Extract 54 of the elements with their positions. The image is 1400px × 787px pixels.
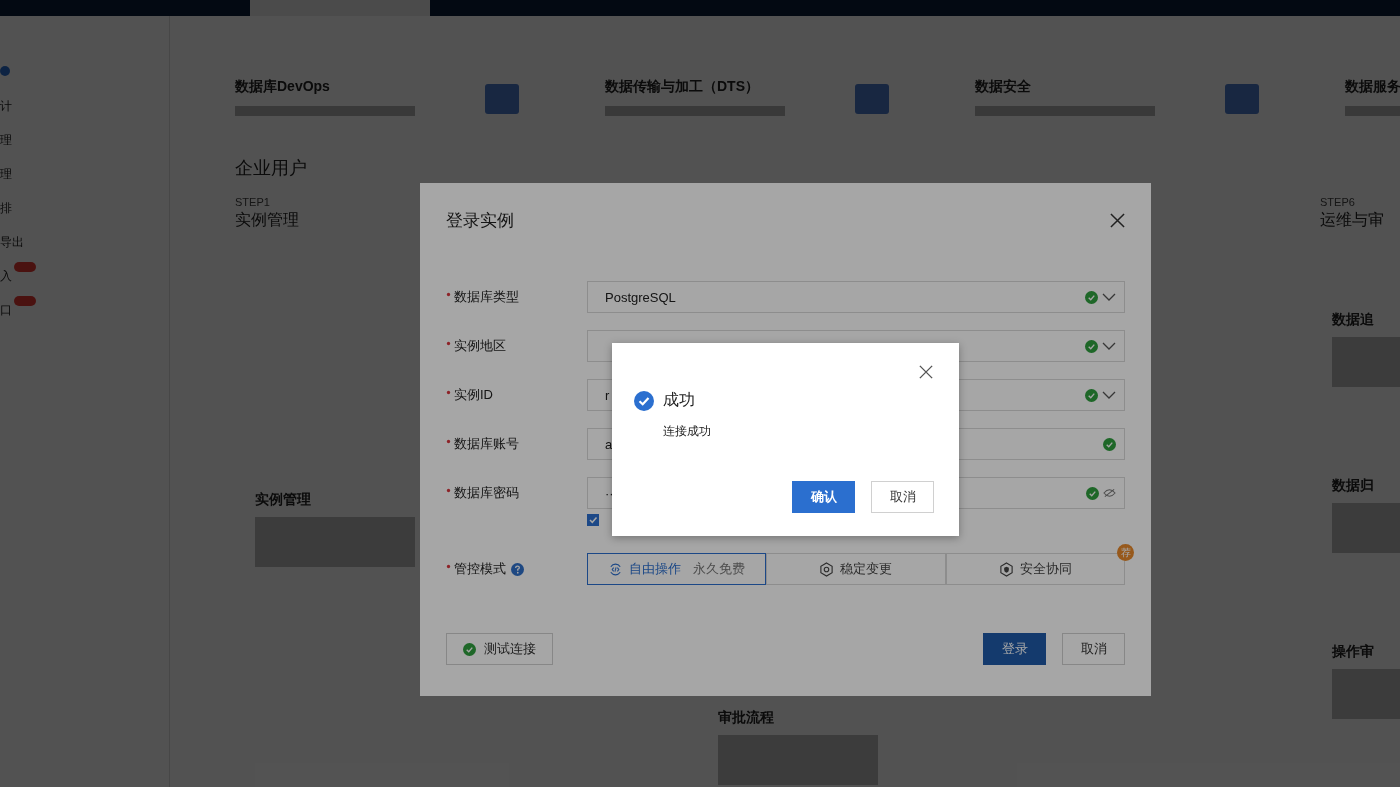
sidebar-item[interactable]: 理: [0, 132, 12, 149]
product-icon: [855, 84, 889, 114]
product-icon: [1225, 84, 1259, 114]
dialog-title: 成功: [663, 390, 695, 410]
cancel-button[interactable]: 取消: [1062, 633, 1125, 665]
test-connection-button[interactable]: 测试连接: [446, 633, 553, 665]
cancel-button[interactable]: 取消: [871, 481, 934, 513]
section-title: 企业用户: [235, 157, 308, 180]
field-label: 实例地区: [454, 337, 506, 355]
product-icon: [485, 84, 519, 114]
shield-icon: [998, 561, 1014, 577]
sidebar-item[interactable]: 计: [0, 98, 12, 115]
step-number: STEP1: [235, 196, 270, 208]
feature-title: 审批流程: [718, 709, 775, 727]
chevron-down-icon: [1102, 391, 1116, 399]
login-button[interactable]: 登录: [983, 633, 1046, 665]
field-label: 管控模式: [454, 560, 506, 578]
dialog-message: 连接成功: [663, 423, 712, 440]
sidebar-item[interactable]: 排: [0, 200, 12, 217]
product-title[interactable]: 数据传输与加工（DTS）: [605, 78, 855, 96]
field-label: 实例ID: [454, 386, 493, 404]
eye-off-icon[interactable]: [1103, 488, 1116, 498]
confirm-button[interactable]: 确认: [792, 481, 855, 513]
close-icon[interactable]: [919, 365, 933, 379]
feature-title: 实例管理: [255, 491, 312, 509]
step-number: STEP6: [1320, 196, 1355, 208]
step-title: 运维与审: [1320, 210, 1384, 230]
field-label: 数据库类型: [454, 288, 519, 306]
check-circle-icon: [634, 390, 654, 411]
sidebar-item[interactable]: 导出: [0, 234, 24, 251]
gear-icon: [819, 561, 835, 577]
feature-title: 数据追: [1332, 311, 1375, 329]
dialog-title: 登录实例: [446, 209, 514, 232]
feature-title: 数据归: [1332, 477, 1375, 495]
product-title[interactable]: 数据安全: [975, 78, 1225, 96]
step-title: 实例管理: [235, 210, 299, 230]
feature-title: 操作审: [1332, 643, 1375, 661]
chevron-down-icon: [1102, 293, 1116, 301]
product-title[interactable]: 数据服务: [1345, 78, 1400, 96]
help-icon[interactable]: [511, 562, 524, 576]
field-label: 数据库密码: [454, 484, 519, 502]
select-field[interactable]: PostgreSQL: [587, 281, 1125, 313]
field-label: 数据库账号: [454, 435, 519, 453]
recommend-badge: 荐: [1117, 544, 1134, 561]
mode-option[interactable]: 自由操作 永久免费: [587, 553, 767, 585]
sidebar-item[interactable]: 入: [0, 268, 12, 285]
checkbox[interactable]: [587, 514, 599, 526]
sidebar-item[interactable]: 口: [0, 302, 12, 319]
close-icon[interactable]: [1110, 212, 1125, 228]
chevron-down-icon: [1102, 342, 1116, 350]
mode-option[interactable]: 稳定变更: [766, 553, 946, 585]
dot-icon: [0, 66, 10, 76]
product-title[interactable]: 数据库DevOps: [235, 78, 485, 96]
sidebar-item[interactable]: 理: [0, 166, 12, 183]
